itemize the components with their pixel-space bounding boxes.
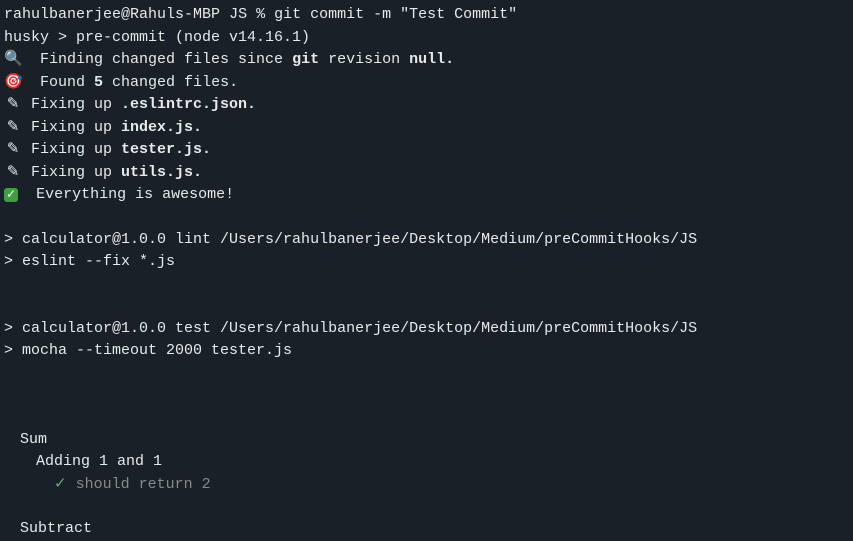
magnifier-icon: 🔍	[4, 49, 22, 72]
npm-mocha-line: > mocha --timeout 2000 tester.js	[0, 340, 853, 363]
mocha-suite-sum: Sum	[0, 429, 853, 452]
pencil-icon: ✎	[4, 139, 22, 162]
pencil-icon: ✎	[4, 94, 22, 117]
blank-line	[0, 385, 853, 407]
git-command: git commit -m "Test Commit"	[274, 6, 517, 23]
mocha-suite-subtract: Subtract	[0, 518, 853, 541]
finding-line: 🔍 Finding changed files since git revisi…	[0, 49, 853, 72]
prompt-user-host: rahulbanerjee@Rahuls-MBP	[4, 6, 220, 23]
npm-test-line: > calculator@1.0.0 test /Users/rahulbane…	[0, 318, 853, 341]
mocha-context-adding: Adding 1 and 1	[0, 451, 853, 474]
found-line: 🎯 Found 5 changed files.	[0, 72, 853, 95]
check-icon: ✓	[54, 476, 67, 493]
fixing-line-1: ✎ Fixing up .eslintrc.json.	[0, 94, 853, 117]
husky-line: husky > pre-commit (node v14.16.1)	[0, 27, 853, 50]
npm-eslint-line: > eslint --fix *.js	[0, 251, 853, 274]
pencil-icon: ✎	[4, 162, 22, 185]
mocha-test-pass: ✓ should return 2	[0, 474, 853, 497]
check-icon: ✓	[4, 188, 18, 202]
npm-lint-line: > calculator@1.0.0 lint /Users/rahulbane…	[0, 229, 853, 252]
fixing-line-3: ✎ Fixing up tester.js.	[0, 139, 853, 162]
fixing-line-4: ✎ Fixing up utils.js.	[0, 162, 853, 185]
blank-line	[0, 296, 853, 318]
terminal-output: rahulbanerjee@Rahuls-MBP JS % git commit…	[0, 4, 853, 541]
blank-line	[0, 363, 853, 385]
prompt-symbol: %	[256, 6, 265, 23]
fixing-line-2: ✎ Fixing up index.js.	[0, 117, 853, 140]
blank-line	[0, 496, 853, 518]
pencil-icon: ✎	[4, 117, 22, 140]
prompt-line: rahulbanerjee@Rahuls-MBP JS % git commit…	[0, 4, 853, 27]
blank-line	[0, 274, 853, 296]
target-icon: 🎯	[4, 72, 22, 95]
everything-line: ✓ Everything is awesome!	[0, 184, 853, 207]
blank-line	[0, 407, 853, 429]
blank-line	[0, 207, 853, 229]
prompt-cwd: JS	[229, 6, 247, 23]
